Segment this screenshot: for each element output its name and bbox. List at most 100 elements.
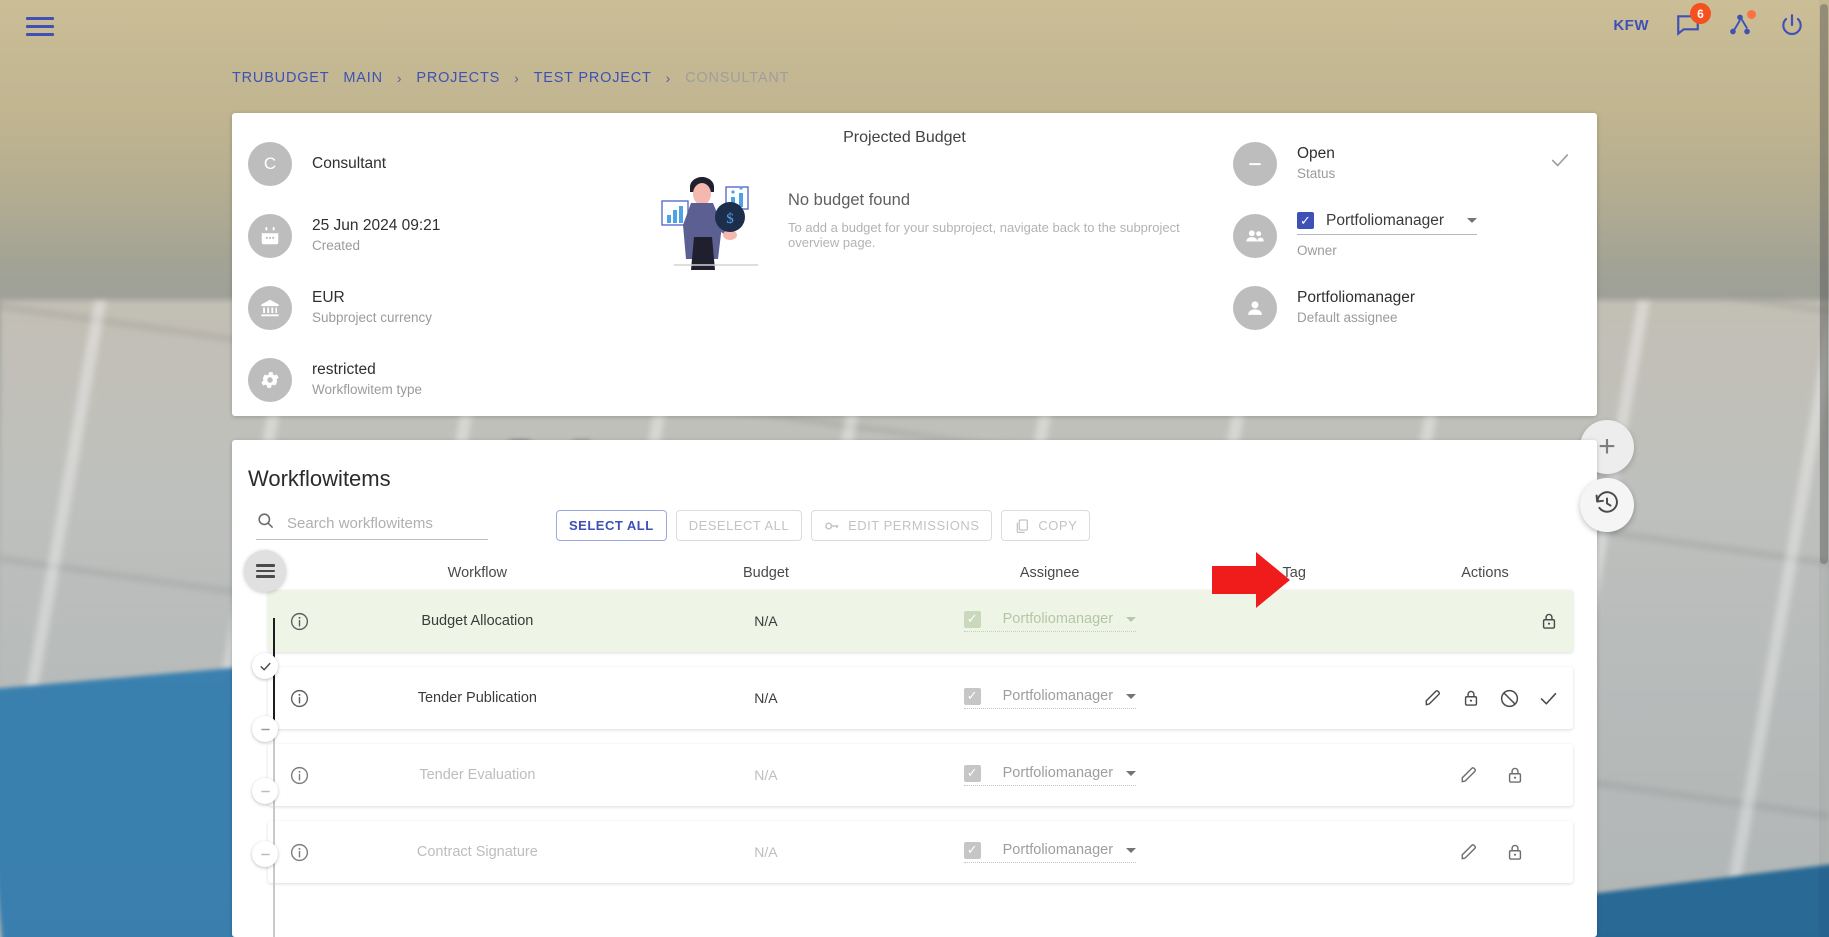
timeline-node-done[interactable] [252, 653, 278, 679]
plus-icon: + [1598, 430, 1616, 463]
table-row[interactable]: Tender Publication N/A ✓ Portfoliomanage… [268, 667, 1573, 729]
workflow-tag [1192, 744, 1397, 806]
deselect-all-button[interactable]: DESELECT ALL [675, 510, 803, 541]
chat-bubble-icon[interactable]: 6 [1675, 3, 1711, 38]
assignee-checkbox[interactable]: ✓ [963, 764, 981, 782]
status-check-icon [1549, 149, 1571, 177]
workflow-budget: N/A [754, 690, 778, 706]
owner-value: Portfoliomanager [1326, 211, 1445, 229]
consultant-name: Consultant [312, 154, 387, 172]
person-icon [1233, 285, 1277, 330]
assignee-select[interactable]: ✓ Portfoliomanager [963, 764, 1136, 786]
chevron-down-icon[interactable] [1125, 770, 1136, 776]
table-row[interactable]: Budget Allocation N/A ✓ Portfoliomanager [268, 590, 1573, 652]
breadcrumb-separator: › [396, 70, 403, 86]
detail-row-owner: ✓ Portfoliomanager Owner [1233, 209, 1597, 262]
detail-row-currency: EUR Subproject currency [248, 281, 592, 334]
breadcrumb-separator: › [665, 70, 672, 86]
workflow-budget: N/A [754, 613, 778, 629]
search-icon [256, 511, 275, 535]
owner-checkbox[interactable]: ✓ [1297, 212, 1314, 229]
timeline-node-open[interactable] [252, 716, 278, 742]
check-icon[interactable] [1538, 688, 1559, 709]
workflow-name: Contract Signature [416, 844, 538, 860]
avatar-initial: C [263, 153, 277, 173]
cancel-icon[interactable] [1499, 688, 1520, 709]
lock-icon[interactable] [1505, 765, 1525, 785]
lock-icon[interactable] [1539, 611, 1559, 631]
timeline-node-open[interactable] [252, 841, 278, 867]
projected-budget-title: Projected Budget [843, 129, 966, 146]
search-placeholder: Search workflowitems [287, 514, 433, 532]
table-row[interactable]: Tender Evaluation N/A ✓ Portfoliomanager [268, 744, 1573, 806]
breadcrumb-item-projects[interactable]: PROJECTS [416, 70, 500, 86]
table-row[interactable]: Contract Signature N/A ✓ Portfoliomanage… [268, 821, 1573, 883]
col-actions: Actions [1461, 565, 1509, 581]
detail-row-status: Open Status [1233, 137, 1597, 190]
workflowitem-type-label: Workflowitem type [312, 382, 423, 397]
assignee-checkbox[interactable]: ✓ [963, 687, 981, 705]
row-actions [1397, 842, 1573, 862]
workflow-name: Budget Allocation [421, 613, 534, 629]
assignee-select[interactable]: ✓ Portfoliomanager [963, 610, 1136, 632]
edit-pencil-icon[interactable] [1459, 842, 1479, 862]
person-with-charts-illustration: $ [660, 165, 770, 275]
edit-permissions-button[interactable]: EDIT PERMISSIONS [811, 510, 993, 541]
col-assignee: Assignee [1019, 565, 1080, 581]
details-left-column: C Consultant 25 Jun 2024 09:21 Created E… [232, 113, 592, 416]
deselect-all-label: DESELECT ALL [688, 518, 790, 533]
select-all-button[interactable]: SELECT ALL [556, 510, 667, 541]
assignee-name: Portfoliomanager [1002, 765, 1114, 781]
currency-label: Subproject currency [312, 310, 433, 325]
page-scrollbar[interactable] [1819, 0, 1829, 937]
row-actions [1397, 688, 1573, 709]
red-arrow-annotation [1212, 552, 1290, 608]
default-assignee-value: Portfoliomanager [1297, 289, 1416, 306]
minus-circle-icon [1233, 141, 1277, 186]
workflowitems-toolbar: Search workflowitems SELECT ALL DESELECT… [232, 492, 1597, 541]
no-budget-text: To add a budget for your subproject, nav… [788, 219, 1180, 250]
breadcrumb: TRUBUDGET MAIN › PROJECTS › TEST PROJECT… [232, 70, 789, 86]
lock-icon[interactable] [1505, 842, 1525, 862]
calendar-icon [248, 213, 292, 258]
table-body: Budget Allocation N/A ✓ Portfoliomanager [232, 590, 1597, 883]
key-icon [824, 518, 840, 534]
search-input[interactable]: Search workflowitems [256, 511, 488, 540]
status-dot [1747, 10, 1756, 19]
drag-handle-icon[interactable] [244, 550, 286, 592]
breadcrumb-item-trubudget[interactable]: TRUBUDGET [232, 70, 329, 86]
assignee-checkbox[interactable]: ✓ [963, 841, 981, 859]
status-label: Status [1297, 166, 1336, 181]
notification-count-badge: 6 [1690, 3, 1711, 24]
subproject-details-card: C Consultant 25 Jun 2024 09:21 Created E… [232, 113, 1597, 416]
power-icon[interactable] [1779, 12, 1805, 38]
timeline-node-open[interactable] [252, 778, 278, 804]
owner-select[interactable]: ✓ Portfoliomanager Owner [1297, 212, 1477, 260]
row-actions [1397, 611, 1573, 631]
edit-pencil-icon[interactable] [1423, 688, 1443, 708]
breadcrumb-item-consultant: CONSULTANT [685, 70, 790, 86]
hamburger-menu-icon[interactable] [26, 17, 54, 39]
chevron-down-icon[interactable] [1125, 616, 1136, 622]
assignee-checkbox[interactable]: ✓ [963, 610, 981, 628]
edit-pencil-icon[interactable] [1459, 765, 1479, 785]
history-button[interactable] [1580, 478, 1634, 532]
copy-button[interactable]: COPY [1001, 510, 1091, 541]
chevron-down-icon[interactable] [1125, 847, 1136, 853]
share-nodes-icon[interactable] [1727, 10, 1756, 38]
col-workflow: Workflow [447, 565, 508, 581]
workflow-tag [1192, 667, 1397, 729]
breadcrumb-item-main[interactable]: MAIN [343, 70, 382, 86]
workflow-tag [1192, 821, 1397, 883]
assignee-select[interactable]: ✓ Portfoliomanager [963, 687, 1136, 709]
workflow-name: Tender Evaluation [419, 767, 536, 783]
lock-icon[interactable] [1461, 688, 1481, 708]
chevron-down-icon[interactable] [1467, 218, 1477, 223]
status-value: Open [1297, 145, 1335, 162]
assignee-select[interactable]: ✓ Portfoliomanager [963, 841, 1136, 863]
scrollbar-thumb[interactable] [1820, 4, 1828, 564]
chevron-down-icon[interactable] [1125, 693, 1136, 699]
detail-row-default-assignee: Portfoliomanager Default assignee [1233, 281, 1597, 334]
detail-row-name: C Consultant [248, 137, 592, 190]
breadcrumb-item-test-project[interactable]: TEST PROJECT [534, 70, 652, 86]
